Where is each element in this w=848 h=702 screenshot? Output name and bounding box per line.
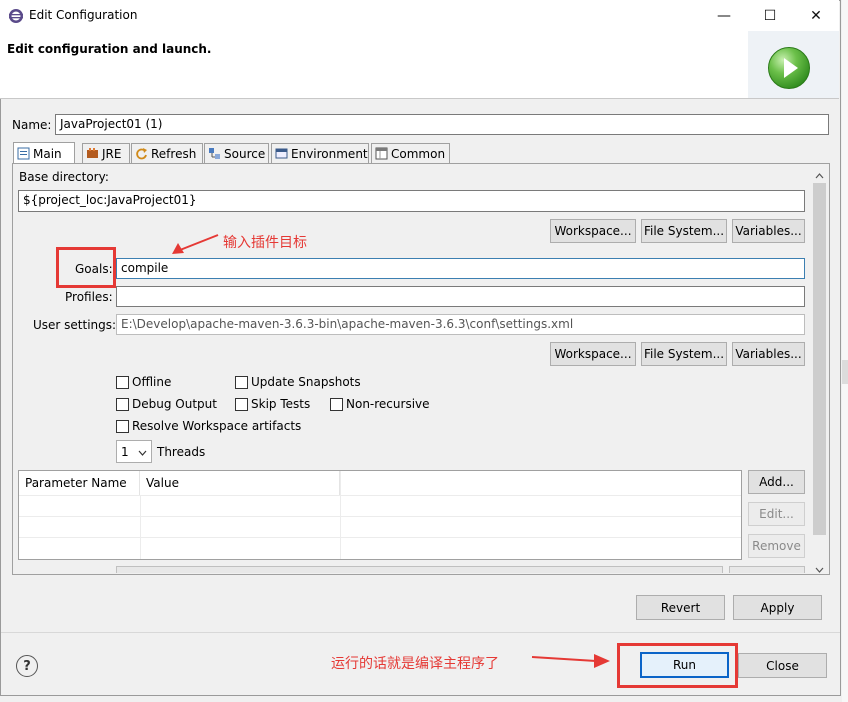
- tab-environment-label: Environment: [291, 146, 368, 161]
- column-divider: [140, 495, 141, 559]
- file-system-button[interactable]: File System...: [641, 219, 727, 243]
- column-header-parameter-name[interactable]: Parameter Name: [19, 471, 140, 495]
- workspace-button-2[interactable]: Workspace...: [550, 342, 636, 366]
- user-settings-input[interactable]: E:\Develop\apache-maven-3.6.3-bin\apache…: [116, 314, 805, 335]
- skip-tests-checkbox-box[interactable]: [235, 397, 248, 411]
- background-app-fragment: [842, 360, 848, 384]
- tab-jre-label: JRE: [102, 146, 122, 161]
- table-row: [19, 516, 741, 517]
- window-title: Edit Configuration: [29, 8, 138, 22]
- common-icon: [375, 147, 388, 160]
- user-settings-label: User settings:: [33, 318, 117, 332]
- offline-checkbox-box[interactable]: [116, 375, 129, 389]
- run-icon: [768, 47, 810, 89]
- goals-input[interactable]: compile: [116, 258, 805, 279]
- maximize-button[interactable]: ☐: [747, 0, 793, 31]
- debug-output-checkbox[interactable]: Debug Output: [116, 397, 217, 411]
- tab-source[interactable]: Source: [204, 143, 269, 163]
- clipped-field: [116, 566, 723, 573]
- profiles-label: Profiles:: [65, 290, 113, 304]
- tab-common-label: Common: [391, 146, 446, 161]
- skip-tests-label: Skip Tests: [251, 397, 311, 411]
- edit-button[interactable]: Edit...: [748, 502, 805, 526]
- offline-checkbox[interactable]: Offline: [116, 375, 171, 389]
- run-annotation-text: 运行的话就是编译主程序了: [331, 656, 499, 672]
- offline-label: Offline: [132, 375, 172, 389]
- scroll-up-icon[interactable]: [815, 168, 824, 182]
- close-button[interactable]: Close: [738, 653, 827, 678]
- table-row: [19, 495, 741, 496]
- apply-button[interactable]: Apply: [733, 595, 822, 620]
- profiles-input[interactable]: [116, 286, 805, 307]
- goals-annotation-text: 输入插件目标: [223, 235, 307, 251]
- name-label: Name:: [12, 118, 52, 132]
- tab-main-label: Main: [33, 146, 62, 161]
- non-recursive-checkbox[interactable]: Non-recursive: [330, 397, 430, 411]
- close-window-button[interactable]: ✕: [793, 0, 839, 31]
- tab-source-label: Source: [224, 146, 266, 161]
- workspace-button[interactable]: Workspace...: [550, 219, 636, 243]
- minimize-button[interactable]: —: [701, 0, 747, 31]
- chevron-down-icon: [138, 445, 147, 459]
- background-app: [842, 0, 848, 702]
- file-system-button-2[interactable]: File System...: [641, 342, 727, 366]
- main-tab-icon: [17, 147, 30, 160]
- tab-jre[interactable]: JRE: [82, 143, 130, 163]
- update-snapshots-checkbox-box[interactable]: [235, 375, 248, 389]
- threads-label: Threads: [157, 445, 206, 459]
- tab-refresh[interactable]: Refresh: [131, 143, 203, 163]
- clipped-button: [729, 566, 805, 573]
- column-divider: [340, 471, 341, 559]
- remove-button[interactable]: Remove: [748, 534, 805, 558]
- table-row: [19, 537, 741, 538]
- source-icon: [208, 147, 221, 160]
- resolve-workspace-label: Resolve Workspace artifacts: [132, 419, 302, 433]
- tab-refresh-label: Refresh: [151, 146, 197, 161]
- column-header-value[interactable]: Value: [140, 471, 340, 495]
- base-directory-input[interactable]: ${project_loc:JavaProject01}: [18, 190, 805, 212]
- scrollbar-thumb[interactable]: [813, 183, 826, 535]
- header-title: Edit configuration and launch.: [7, 42, 212, 56]
- footer-divider: [1, 632, 840, 633]
- variables-button-2[interactable]: Variables...: [732, 342, 805, 366]
- non-recursive-label: Non-recursive: [346, 397, 430, 411]
- environment-icon: [275, 147, 288, 160]
- add-button[interactable]: Add...: [748, 470, 805, 494]
- annotation-arrow-icon: [168, 232, 220, 259]
- variables-button[interactable]: Variables...: [732, 219, 805, 243]
- refresh-icon: [135, 147, 148, 160]
- non-recursive-checkbox-box[interactable]: [330, 397, 343, 411]
- resolve-workspace-checkbox[interactable]: Resolve Workspace artifacts: [116, 419, 301, 433]
- revert-button[interactable]: Revert: [636, 595, 725, 620]
- debug-output-checkbox-box[interactable]: [116, 397, 129, 411]
- scroll-down-icon[interactable]: [815, 562, 824, 576]
- tab-main[interactable]: Main: [13, 142, 75, 164]
- goals-highlight-box: [56, 247, 116, 288]
- base-directory-label: Base directory:: [19, 170, 109, 184]
- jre-icon: [86, 147, 99, 160]
- resolve-workspace-checkbox-box[interactable]: [116, 419, 129, 433]
- update-snapshots-label: Update Snapshots: [251, 375, 361, 389]
- skip-tests-checkbox[interactable]: Skip Tests: [235, 397, 310, 411]
- annotation-arrow-icon: [530, 651, 612, 674]
- name-input[interactable]: JavaProject01 (1): [55, 114, 829, 135]
- tab-environment[interactable]: Environment: [271, 143, 369, 163]
- tab-common[interactable]: Common: [371, 143, 450, 163]
- threads-select[interactable]: 1: [116, 440, 152, 463]
- threads-value: 1: [121, 444, 129, 459]
- update-snapshots-checkbox[interactable]: Update Snapshots: [235, 375, 361, 389]
- eclipse-icon: [8, 8, 24, 24]
- debug-output-label: Debug Output: [132, 397, 217, 411]
- help-icon[interactable]: ?: [16, 655, 38, 677]
- parameter-table[interactable]: Parameter Name Value: [18, 470, 742, 560]
- run-highlight-box: [617, 643, 738, 688]
